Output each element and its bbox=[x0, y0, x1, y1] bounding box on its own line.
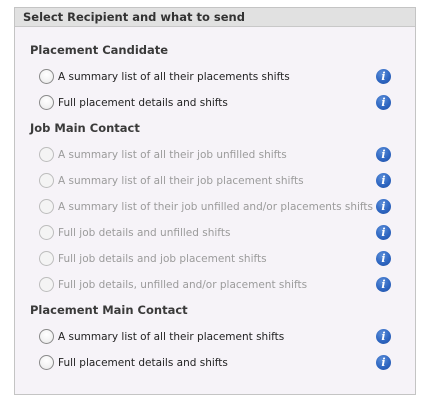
info-icon[interactable]: i bbox=[376, 251, 391, 266]
info-icon[interactable]: i bbox=[376, 329, 391, 344]
option-label: A summary list of all their job placemen… bbox=[58, 175, 304, 187]
option-label[interactable]: A summary list of all their placement sh… bbox=[58, 329, 284, 345]
info-icon[interactable]: i bbox=[376, 173, 391, 188]
radio-button-icon[interactable] bbox=[39, 329, 54, 344]
info-icon[interactable]: i bbox=[376, 69, 391, 84]
option-job-placement-summary: A summary list of all their job placemen… bbox=[39, 173, 391, 191]
recipient-panel: Select Recipient and what to send Placem… bbox=[14, 7, 416, 395]
radio-button-icon bbox=[39, 147, 54, 162]
radio-button-icon bbox=[39, 251, 54, 266]
radio-button-icon[interactable] bbox=[39, 95, 54, 110]
option-job-unfilled-summary: A summary list of all their job unfilled… bbox=[39, 147, 391, 165]
radio-button-icon bbox=[39, 277, 54, 292]
section-title-placement-candidate: Placement Candidate bbox=[30, 43, 169, 57]
option-candidate-full-details[interactable]: Full placement details and shifts i bbox=[39, 95, 391, 113]
section-title-placement-main-contact: Placement Main Contact bbox=[30, 303, 188, 317]
radio-button-icon[interactable] bbox=[39, 355, 54, 370]
option-job-unfilled-or-placements-summary: A summary list of their job unfilled and… bbox=[39, 199, 391, 217]
section-title-job-main-contact: Job Main Contact bbox=[30, 121, 140, 135]
info-icon[interactable]: i bbox=[376, 355, 391, 370]
option-contact-summary[interactable]: A summary list of all their placement sh… bbox=[39, 329, 391, 347]
panel-header: Select Recipient and what to send bbox=[15, 8, 415, 27]
option-job-full-unfilled-or-placement: Full job details, unfilled and/or placem… bbox=[39, 277, 391, 295]
option-label: Full job details and job placement shift… bbox=[58, 253, 267, 265]
option-label: Full job details, unfilled and/or placem… bbox=[58, 279, 308, 291]
option-label: Full job details and unfilled shifts bbox=[58, 227, 231, 239]
option-label: A summary list of their job unfilled and… bbox=[58, 201, 374, 213]
radio-button-icon[interactable] bbox=[39, 69, 54, 84]
option-candidate-summary[interactable]: A summary list of all their placements s… bbox=[39, 69, 391, 87]
info-icon[interactable]: i bbox=[376, 225, 391, 240]
option-job-full-unfilled: Full job details and unfilled shifts i bbox=[39, 225, 391, 243]
option-job-full-placement: Full job details and job placement shift… bbox=[39, 251, 391, 269]
radio-button-icon bbox=[39, 225, 54, 240]
option-contact-full-details[interactable]: Full placement details and shifts i bbox=[39, 355, 391, 373]
info-icon[interactable]: i bbox=[376, 147, 391, 162]
radio-button-icon bbox=[39, 173, 54, 188]
info-icon[interactable]: i bbox=[376, 95, 391, 110]
option-label: A summary list of all their job unfilled… bbox=[58, 149, 287, 161]
option-label[interactable]: Full placement details and shifts bbox=[58, 95, 228, 111]
option-label[interactable]: A summary list of all their placements s… bbox=[58, 69, 290, 85]
info-icon[interactable]: i bbox=[376, 199, 391, 214]
option-label[interactable]: Full placement details and shifts bbox=[58, 355, 228, 371]
info-icon[interactable]: i bbox=[376, 277, 391, 292]
radio-button-icon bbox=[39, 199, 54, 214]
